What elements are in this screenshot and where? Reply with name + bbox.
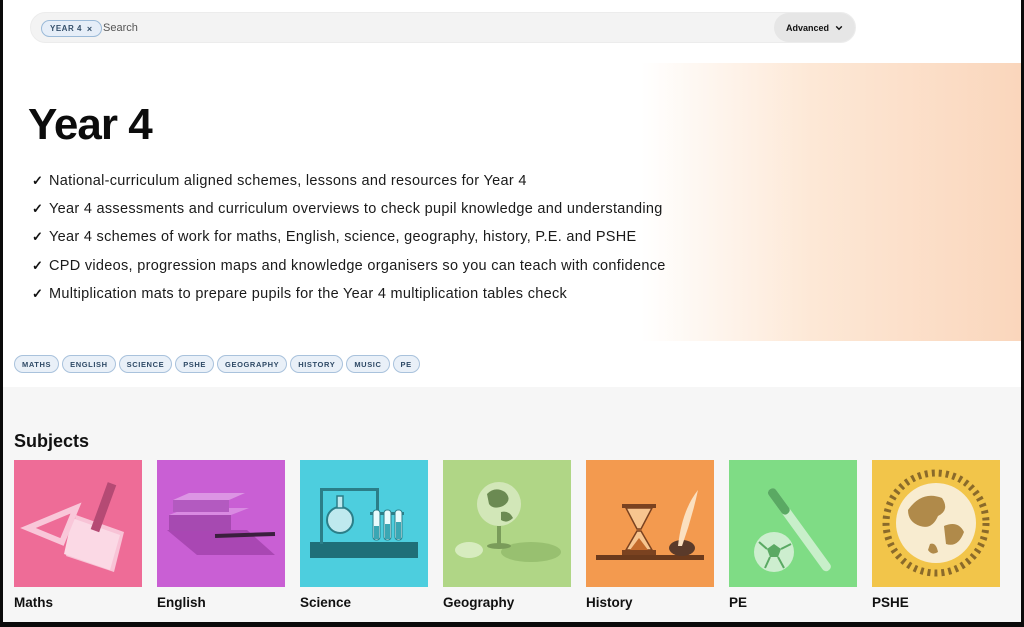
card-label: PE [729, 595, 748, 610]
tag-science[interactable]: SCIENCE [118, 355, 173, 373]
chip-close-icon[interactable]: × [87, 24, 93, 34]
advanced-button-label: Advanced [785, 22, 829, 33]
feature-item: ✓ Multiplication mats to prepare pupils f… [32, 280, 666, 308]
feature-item: ✓ Year 4 schemes of work for maths, Engli… [32, 223, 666, 251]
subject-card-pe[interactable]: PE [729, 460, 857, 610]
feature-item: ✓ CPD videos, progression maps and knowle… [32, 252, 666, 280]
check-icon: ✓ [32, 173, 44, 189]
tag-pe[interactable]: PE [392, 355, 420, 373]
card-label: Maths [14, 595, 54, 610]
feature-list: ✓ National-curriculum aligned schemes, le… [32, 167, 666, 308]
subject-cards: Maths English Science Geography History … [14, 460, 1000, 610]
subject-tags: MATHS ENGLISH SCIENCE PSHE GEOGRAPHY HIS… [14, 355, 420, 373]
tag-maths[interactable]: MATHS [14, 355, 60, 373]
books-icon [157, 460, 285, 587]
card-label: Science [300, 595, 352, 610]
subject-card-maths[interactable]: Maths [14, 460, 142, 610]
page-title: Year 4 [28, 100, 153, 149]
feature-text: Multiplication mats to prepare pupils fo… [49, 285, 568, 302]
search-chip-label: YEAR 4 [50, 24, 82, 33]
card-image [14, 460, 142, 587]
search-input[interactable] [103, 18, 703, 38]
lab-equipment-icon [300, 460, 428, 587]
card-label: English [157, 595, 206, 610]
subject-card-science[interactable]: Science [300, 460, 428, 610]
card-image [729, 460, 857, 587]
chevron-down-icon [835, 25, 843, 30]
set-square-icon [14, 460, 142, 587]
tag-music[interactable]: MUSIC [346, 355, 390, 373]
hourglass-icon [586, 460, 714, 587]
check-icon: ✓ [32, 257, 44, 273]
feature-text: Year 4 assessments and curriculum overvi… [49, 201, 663, 218]
feature-text: National-curriculum aligned schemes, les… [49, 173, 527, 190]
feature-text: CPD videos, progression maps and knowled… [49, 257, 666, 274]
check-icon: ✓ [32, 285, 44, 301]
card-image [586, 460, 714, 587]
subject-card-history[interactable]: History [586, 460, 714, 610]
check-icon: ✓ [32, 201, 44, 217]
advanced-search-button[interactable]: Advanced [774, 13, 855, 42]
feature-text: Year 4 schemes of work for maths, Englis… [49, 229, 637, 246]
feature-item: ✓ Year 4 assessments and curriculum overv… [32, 195, 666, 223]
page-frame: YEAR 4 × Advanced Year 4 ✓ National-curri… [3, 0, 1021, 622]
subject-card-english[interactable]: English [157, 460, 285, 610]
globe-icon [443, 460, 571, 587]
card-image [157, 460, 285, 587]
subjects-section: Subjects Maths English Science Geography… [3, 387, 1021, 622]
card-image [872, 460, 1000, 587]
card-label: PSHE [872, 595, 909, 610]
tag-english[interactable]: ENGLISH [62, 355, 116, 373]
tag-history[interactable]: HISTORY [290, 355, 344, 373]
card-label: Geography [443, 595, 515, 610]
world-people-icon [872, 460, 1000, 587]
tag-pshe[interactable]: PSHE [175, 355, 215, 373]
subject-card-geography[interactable]: Geography [443, 460, 571, 610]
subject-card-pshe[interactable]: PSHE [872, 460, 1000, 610]
hero-gradient [641, 63, 1021, 341]
tag-geography[interactable]: GEOGRAPHY [217, 355, 288, 373]
card-image [300, 460, 428, 587]
search-bar: YEAR 4 × Advanced [30, 12, 856, 43]
feature-item: ✓ National-curriculum aligned schemes, le… [32, 167, 666, 195]
bat-and-ball-icon [729, 460, 857, 587]
card-label: History [586, 595, 633, 610]
check-icon: ✓ [32, 229, 44, 245]
card-image [443, 460, 571, 587]
subjects-heading: Subjects [14, 431, 90, 451]
search-filter-chip[interactable]: YEAR 4 × [41, 20, 102, 37]
